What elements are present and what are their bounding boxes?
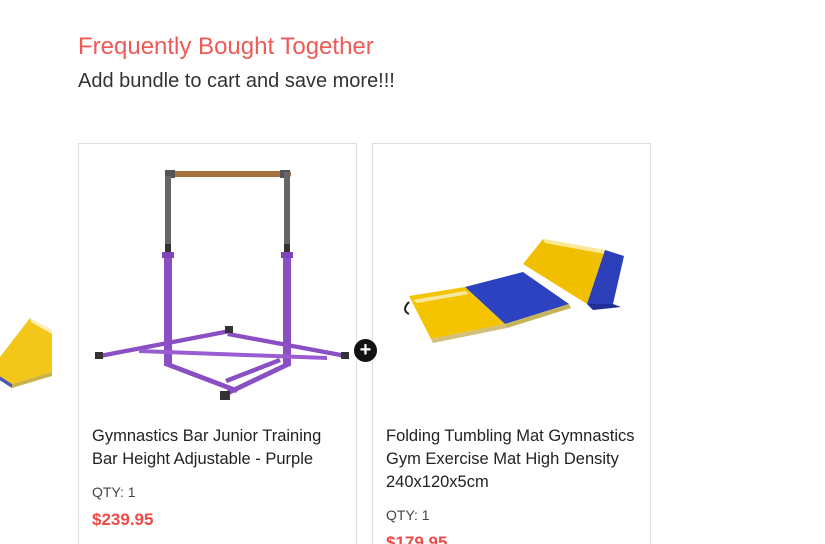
product-card[interactable]: Gymnastics Bar Junior Training Bar Heigh… [78,143,357,544]
plus-icon: + [353,338,378,363]
section-title: Frequently Bought Together [78,33,374,60]
product-card[interactable]: Folding Tumbling Mat Gymnastics Gym Exer… [372,143,651,544]
partial-product-image[interactable] [0,300,52,390]
product-price: $179.95 [386,533,448,544]
product-image-gymnastics-bar[interactable] [79,144,356,414]
product-price: $239.95 [92,510,154,529]
product-quantity: QTY: 1 [386,507,430,523]
product-quantity: QTY: 1 [92,484,136,500]
product-name[interactable]: Gymnastics Bar Junior Training Bar Heigh… [92,425,342,471]
section-subtitle: Add bundle to cart and save more!!! [78,70,395,92]
frequently-bought-together-section: Frequently Bought Together Add bundle to… [0,0,825,544]
product-image-tumbling-mat[interactable] [373,144,650,414]
product-name[interactable]: Folding Tumbling Mat Gymnastics Gym Exer… [386,425,636,494]
